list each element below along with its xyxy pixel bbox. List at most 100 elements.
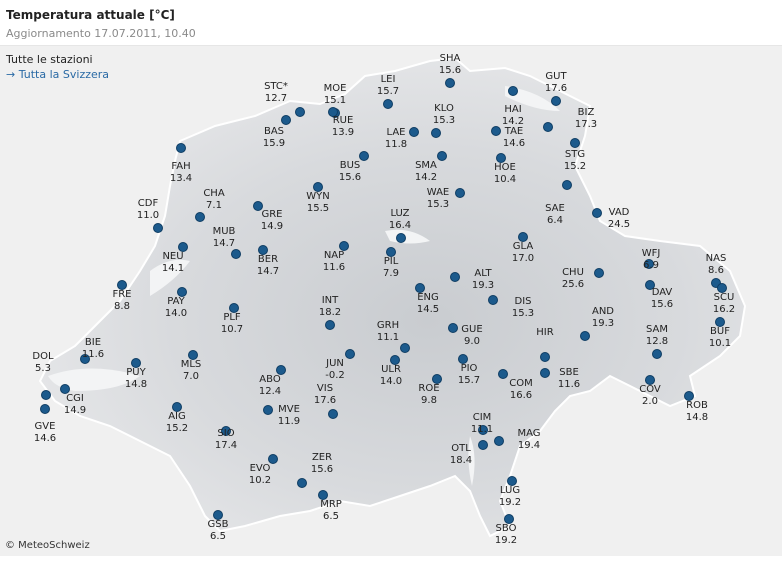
station-label: MUB 14.7 [199, 226, 249, 250]
station-temperature: 6.5 [323, 511, 339, 522]
station-code: NAS [705, 253, 727, 264]
station-label: SAM 12.8 [632, 324, 682, 348]
station-code: LUG [499, 485, 521, 496]
station-marker[interactable] [540, 352, 550, 362]
station-label: PUY 14.8 [111, 367, 161, 391]
station-marker[interactable] [445, 78, 455, 88]
station-marker[interactable] [652, 349, 662, 359]
station-temperature: 8.6 [708, 265, 724, 276]
station-temperature: 13.4 [169, 173, 193, 184]
station-temperature: -0.2 [325, 370, 345, 381]
station-temperature: 11.9 [277, 416, 301, 427]
station-temperature: 15.2 [165, 423, 189, 434]
station-marker[interactable] [176, 143, 186, 153]
station-marker[interactable] [325, 320, 335, 330]
station-label: ABO 12.4 [245, 374, 295, 398]
station-temperature: 15.6 [338, 172, 362, 183]
station-temperature: 10.2 [248, 475, 272, 486]
station-code: PIL [383, 256, 399, 267]
station-label: DOL 5.3 [18, 351, 68, 375]
station-marker[interactable] [570, 138, 580, 148]
station-temperature: 10.1 [708, 338, 732, 349]
station-label: BAS 15.9 [249, 126, 299, 150]
station-marker[interactable] [396, 233, 406, 243]
station-label: BER 14.7 [243, 254, 293, 278]
station-label: ROB 14.8 [672, 400, 722, 424]
station-temperature: 6.4 [547, 215, 563, 226]
station-label: TAE 14.6 [489, 126, 539, 150]
station-marker[interactable] [400, 343, 410, 353]
station-code: VAD [608, 207, 630, 218]
station-code: BER [257, 254, 279, 265]
station-code: SCU [713, 292, 735, 303]
station-label: LEI 15.7 [363, 74, 413, 98]
copyright: © MeteoSchweiz [5, 540, 90, 551]
station-marker[interactable] [231, 249, 241, 259]
station-marker[interactable] [153, 223, 163, 233]
station-label: GRE 14.9 [247, 209, 297, 233]
station-code: HAI [504, 104, 522, 115]
station-marker[interactable] [580, 331, 590, 341]
station-code: PAY [167, 296, 185, 307]
station-marker[interactable] [508, 86, 518, 96]
station-code: MRP [320, 499, 342, 510]
station-marker[interactable] [40, 404, 50, 414]
station-temperature: 11.1 [470, 424, 494, 435]
station-marker[interactable] [562, 180, 572, 190]
station-temperature: 14.8 [685, 412, 709, 423]
station-marker[interactable] [383, 99, 393, 109]
station-code: JUN [326, 358, 344, 369]
station-temperature: 17.3 [574, 119, 598, 130]
station-code: PUY [126, 367, 146, 378]
station-label: SCU 16.2 [699, 292, 749, 316]
station-marker[interactable] [494, 436, 504, 446]
all-stations-label: Tutte le stazioni [6, 53, 93, 66]
station-temperature: 15.6 [650, 299, 674, 310]
station-label: CHU 25.6 [548, 267, 598, 291]
station-label: DAV 15.6 [637, 287, 687, 311]
station-label: SBE 11.6 [544, 367, 594, 391]
station-marker[interactable] [195, 212, 205, 222]
station-code: BIE [84, 337, 102, 348]
station-marker[interactable] [281, 115, 291, 125]
station-temperature: 15.6 [310, 464, 334, 475]
station-code: WFJ [641, 248, 661, 259]
station-temperature: 17.4 [214, 440, 238, 451]
station-temperature: 15.5 [306, 203, 330, 214]
station-temperature: 7.1 [206, 200, 222, 211]
station-label: NEU 14.1 [148, 251, 198, 275]
station-code: MOE [323, 83, 347, 94]
station-code: ALT [474, 268, 492, 279]
station-temperature: 19.2 [498, 497, 522, 508]
station-marker[interactable] [551, 96, 561, 106]
station-code: SBE [559, 367, 579, 378]
station-marker[interactable] [543, 122, 553, 132]
station-code: WAE [426, 187, 450, 198]
station-temperature: 15.3 [511, 308, 535, 319]
station-temperature: 15.2 [563, 161, 587, 172]
station-temperature: 24.5 [607, 219, 631, 230]
station-temperature: 14.6 [33, 433, 57, 444]
station-temperature: 18.4 [449, 455, 473, 466]
station-code: KLO [434, 103, 454, 114]
station-code: RUE [332, 115, 354, 126]
station-marker[interactable] [488, 295, 498, 305]
station-marker[interactable] [431, 128, 441, 138]
station-label: MVE 11.9 [264, 404, 314, 428]
station-marker[interactable] [328, 409, 338, 419]
station-label: BUF 10.1 [695, 326, 745, 350]
station-code: FRE [112, 289, 132, 300]
station-marker[interactable] [297, 478, 307, 488]
station-temperature: 14.8 [124, 379, 148, 390]
station-temperature: 2.0 [642, 396, 658, 407]
station-temperature: 7.9 [383, 268, 399, 279]
station-marker[interactable] [295, 107, 305, 117]
station-label: FAH 13.4 [156, 161, 206, 185]
station-label: SBO 19.2 [481, 523, 531, 547]
station-code: PLF [223, 312, 241, 323]
station-code: BUF [710, 326, 730, 337]
station-code: SMA [415, 160, 437, 171]
station-temperature: 19.3 [471, 280, 495, 291]
all-switzerland-link[interactable]: → Tutta la Svizzera [6, 68, 109, 81]
station-code: AIG [168, 411, 186, 422]
